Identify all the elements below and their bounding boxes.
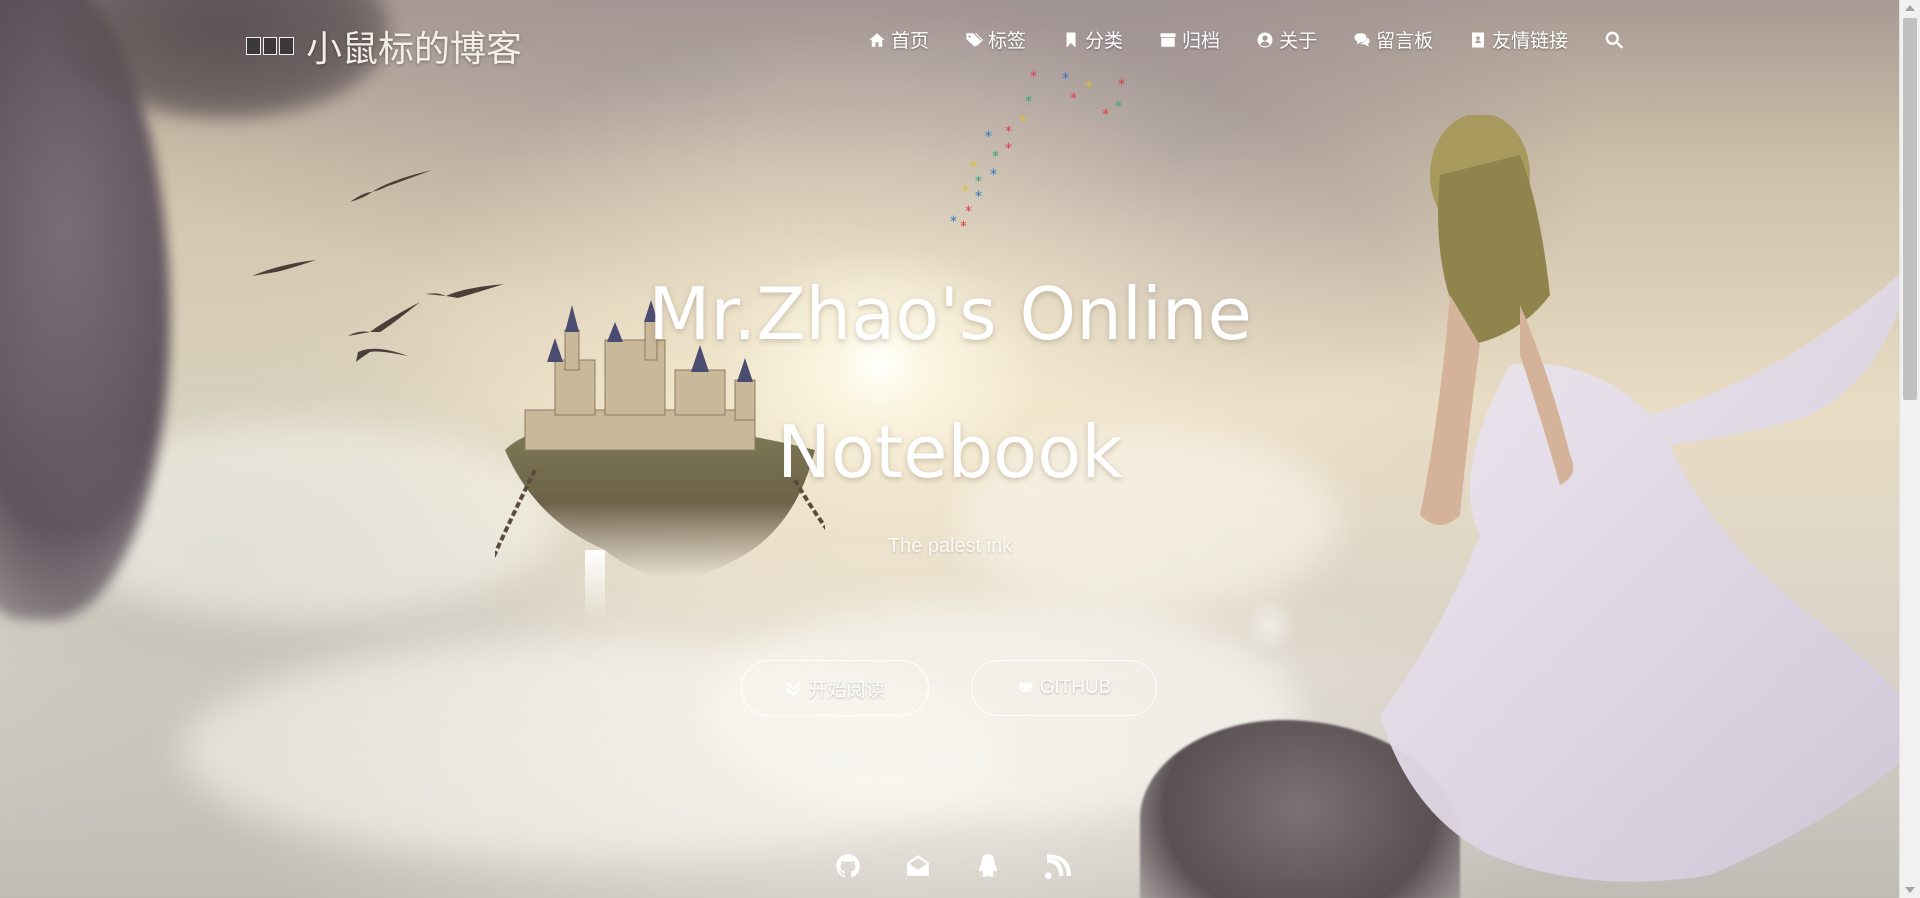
social-github-link[interactable] — [834, 852, 862, 880]
nav-label: 首页 — [891, 31, 930, 52]
nav-label: 标签 — [988, 31, 1027, 52]
nav-search-button[interactable] — [1604, 30, 1624, 50]
hero-title-line2: Notebook — [777, 410, 1123, 494]
comments-icon — [1354, 32, 1370, 47]
start-reading-label: 开始阅读 — [808, 679, 885, 701]
social-qq-link[interactable] — [974, 852, 1002, 880]
bookmark-icon — [1066, 32, 1076, 47]
github-icon — [1018, 681, 1032, 692]
hero-title: Mr.Zhao's Online Notebook — [600, 245, 1300, 521]
birds-illustration — [252, 170, 504, 362]
brand-logo — [246, 37, 295, 55]
start-reading-button[interactable]: 开始阅读 — [741, 660, 929, 716]
user-circle-icon — [1257, 32, 1273, 47]
github-icon — [836, 854, 860, 878]
nav-item-about[interactable]: 关于 — [1256, 26, 1317, 53]
hero-viewport: * * * * * * * * * * * * * * * * * * * * … — [0, 0, 1920, 898]
nav-label: 分类 — [1085, 31, 1124, 52]
rss-icon — [1045, 854, 1071, 879]
github-label: GITHUB — [1039, 677, 1112, 698]
address-book-icon — [1472, 32, 1485, 47]
brand-title[interactable]: 小鼠标的博客 — [306, 20, 522, 72]
qq-icon — [979, 854, 997, 877]
hero-buttons: 开始阅读 GITHUB — [741, 660, 1157, 716]
nav-label: 友情链接 — [1492, 31, 1569, 52]
search-icon — [1605, 31, 1624, 49]
nav-item-tags[interactable]: 标签 — [965, 26, 1026, 53]
envelope-icon — [907, 855, 929, 876]
social-email-link[interactable] — [904, 852, 932, 880]
nav-item-guestbook[interactable]: 留言板 — [1353, 26, 1433, 53]
nav-label: 关于 — [1279, 31, 1318, 52]
home-icon — [869, 32, 885, 47]
social-links — [834, 852, 1072, 880]
social-rss-link[interactable] — [1044, 852, 1072, 880]
scrollbar-thumb[interactable] — [1903, 18, 1917, 400]
github-button[interactable]: GITHUB — [971, 660, 1157, 716]
page-scrollbar[interactable] — [1899, 0, 1920, 898]
double-chevron-down-icon — [786, 681, 802, 696]
nav-label: 留言板 — [1376, 31, 1434, 52]
main-nav: 首页 标签 分类 归档 关于 留言板 友情链接 — [868, 26, 1624, 53]
brand[interactable]: 小鼠标的博客 — [246, 20, 522, 72]
nav-item-links[interactable]: 友情链接 — [1469, 26, 1568, 53]
nav-item-home[interactable]: 首页 — [868, 26, 929, 53]
tags-icon — [966, 32, 984, 47]
nav-label: 归档 — [1182, 31, 1221, 52]
nav-item-categories[interactable]: 分类 — [1062, 26, 1123, 53]
hero-title-line1: Mr.Zhao's Online — [648, 272, 1252, 356]
hero-subtitle: The palest ink — [887, 535, 1013, 557]
woman-figure-illustration — [1380, 115, 1920, 882]
scroll-up-arrow[interactable] — [1905, 5, 1915, 11]
lens-flare — [1245, 600, 1295, 650]
archive-icon — [1160, 32, 1176, 47]
hero: Mr.Zhao's Online Notebook The palest ink — [600, 245, 1300, 558]
nav-item-archive[interactable]: 归档 — [1159, 26, 1220, 53]
scroll-down-arrow[interactable] — [1905, 887, 1915, 893]
